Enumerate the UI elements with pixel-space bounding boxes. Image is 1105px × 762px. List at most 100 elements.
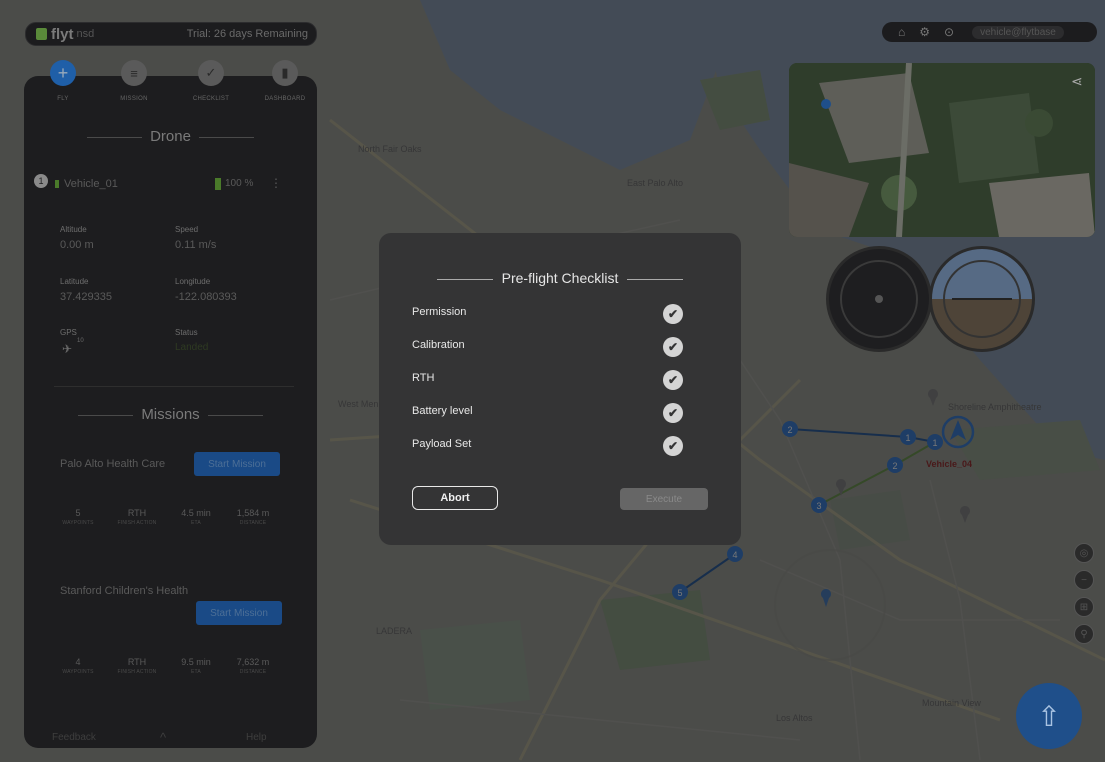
mission-stat: 9.5 min ETA	[181, 657, 211, 675]
map-label-north-fair-oaks: North Fair Oaks	[358, 144, 422, 154]
satellite-icon: ✈	[62, 342, 73, 356]
panel-tab-bar: + FLY ≡ MISSION ✓ CHECKLIST ▮ DASHBOARD	[24, 60, 317, 120]
mission-stat: 4 WAYPOINTS	[62, 657, 94, 675]
panel-divider	[54, 386, 294, 387]
fly-icon: +	[50, 60, 76, 86]
mission-stat: 7,632 m DISTANCE	[236, 657, 270, 675]
modal-title: Pre-flight Checklist	[379, 270, 741, 286]
map-label-east-palo-alto: East Palo Alto	[627, 178, 683, 188]
tab-dashboard[interactable]: ▮ DASHBOARD	[255, 60, 315, 102]
check-icon[interactable]: ✔	[663, 403, 683, 423]
drone-section-title: Drone	[24, 128, 317, 145]
mission-stat: 4.5 min ETA	[181, 508, 211, 526]
user-account[interactable]: vehicle@flytbase	[972, 25, 1064, 39]
svg-text:2: 2	[787, 425, 792, 435]
home-icon[interactable]: ⌂	[898, 25, 905, 39]
preflight-checklist-modal: Pre-flight Checklist Permission ✔ Calibr…	[379, 233, 741, 545]
tab-fly[interactable]: + FLY	[33, 60, 93, 102]
dashboard-icon: ▮	[272, 60, 298, 86]
panel-footer: Feedback ^ Help	[24, 730, 317, 748]
logo-subtext: nsd	[76, 28, 95, 40]
map-pin-icon[interactable]: ⚲	[1074, 624, 1094, 644]
map-label-ladera: LADERA	[376, 626, 412, 636]
svg-text:4: 4	[732, 550, 737, 560]
top-right-toolbar: ⌂ ⚙ ⊙ vehicle@flytbase	[882, 22, 1097, 42]
status-label: Status	[175, 328, 198, 337]
mission-stat: 1,584 m DISTANCE	[236, 508, 270, 526]
checklist-item[interactable]: Payload Set ✔	[412, 436, 692, 458]
map-label-shoreline: Shoreline Amphitheatre	[948, 402, 1042, 412]
speed-value: 0.11 m/s	[175, 239, 217, 251]
checklist-item[interactable]: Calibration ✔	[412, 337, 692, 359]
logo-icon	[36, 28, 47, 40]
check-icon[interactable]: ✔	[663, 337, 683, 357]
gear-icon[interactable]: ⚙	[919, 25, 930, 39]
help-link[interactable]: Help	[246, 732, 267, 743]
abort-button[interactable]: Abort	[412, 486, 498, 510]
check-icon[interactable]: ✔	[663, 304, 683, 324]
mission-name: Stanford Children's Health	[60, 585, 189, 597]
zoom-out-icon[interactable]: −	[1074, 570, 1094, 590]
start-mission-button[interactable]: Start Mission	[196, 601, 282, 625]
checklist-item[interactable]: Battery level ✔	[412, 403, 692, 425]
map-label-los-altos: Los Altos	[776, 713, 813, 723]
missions-section-title: Missions	[24, 406, 317, 423]
vehicle-status-indicator	[55, 180, 59, 188]
latitude-label: Latitude	[60, 277, 89, 286]
checklist-item-label: Battery level	[412, 405, 473, 417]
vehicle-menu-icon[interactable]: ⋮	[270, 176, 282, 190]
camera-feed[interactable]: ⋖	[789, 63, 1095, 237]
execute-button[interactable]: Execute	[620, 488, 708, 510]
feedback-link[interactable]: Feedback	[52, 732, 96, 743]
camera-position-icon	[821, 99, 831, 109]
heading-gauge	[826, 246, 932, 352]
longitude-value: -122.080393	[175, 291, 237, 303]
attitude-gauge	[929, 246, 1035, 352]
tab-checklist[interactable]: ✓ CHECKLIST	[181, 60, 241, 102]
left-panel: Drone 1 Vehicle_01 100 % ⋮ Altitude 0.00…	[24, 76, 317, 748]
speed-label: Speed	[175, 225, 199, 234]
map-label-vehicle: Vehicle_04	[926, 459, 972, 469]
rocket-fab-icon[interactable]: ⇧	[1016, 683, 1082, 749]
altitude-value: 0.00 m	[60, 239, 94, 251]
check-icon[interactable]: ✔	[663, 370, 683, 390]
locate-icon[interactable]: ◎	[1074, 543, 1094, 563]
mission-icon: ≡	[121, 60, 147, 86]
latitude-value: 37.429335	[60, 291, 112, 303]
tab-mission[interactable]: ≡ MISSION	[104, 60, 164, 102]
svg-text:1: 1	[905, 433, 910, 443]
gps-satellite-count: 10	[77, 338, 84, 344]
longitude-label: Longitude	[175, 277, 211, 286]
check-icon[interactable]: ✔	[663, 436, 683, 456]
mission-stat: 5 WAYPOINTS	[62, 508, 94, 526]
top-bar: flyt nsd Trial: 26 days Remaining	[25, 22, 317, 46]
mission-name: Palo Alto Health Care	[60, 458, 166, 470]
altitude-label: Altitude	[60, 225, 87, 234]
vehicle-index-badge: 1	[34, 174, 48, 188]
checklist-item[interactable]: Permission ✔	[412, 304, 692, 326]
svg-text:2: 2	[892, 461, 897, 471]
layers-icon[interactable]: ⊞	[1074, 597, 1094, 617]
gps-label: GPS	[60, 328, 77, 337]
checklist-item-label: Permission	[412, 306, 467, 318]
checklist-item[interactable]: RTH ✔	[412, 370, 692, 392]
battery-icon	[215, 178, 221, 190]
svg-text:1: 1	[932, 438, 937, 448]
checklist-item-label: Payload Set	[412, 438, 472, 450]
start-mission-button[interactable]: Start Mission	[194, 452, 280, 476]
user-icon[interactable]: ⊙	[944, 25, 954, 39]
vehicle-name[interactable]: Vehicle_01	[64, 178, 118, 190]
mission-stat: RTH FINISH ACTION	[117, 508, 157, 526]
status-value: Landed	[175, 342, 209, 353]
checklist-item-label: RTH	[412, 372, 435, 384]
app-logo: flyt nsd	[36, 26, 94, 43]
aerial-image	[789, 63, 1095, 237]
checklist-icon: ✓	[198, 60, 224, 86]
share-icon[interactable]: ⋖	[1071, 73, 1083, 90]
chevron-up-icon[interactable]: ^	[160, 730, 166, 745]
trial-status: Trial: 26 days Remaining	[186, 28, 308, 40]
logo-text: flyt	[51, 25, 74, 43]
checklist-item-label: Calibration	[412, 339, 465, 351]
svg-text:5: 5	[677, 588, 682, 598]
mission-stat: RTH FINISH ACTION	[117, 657, 157, 675]
